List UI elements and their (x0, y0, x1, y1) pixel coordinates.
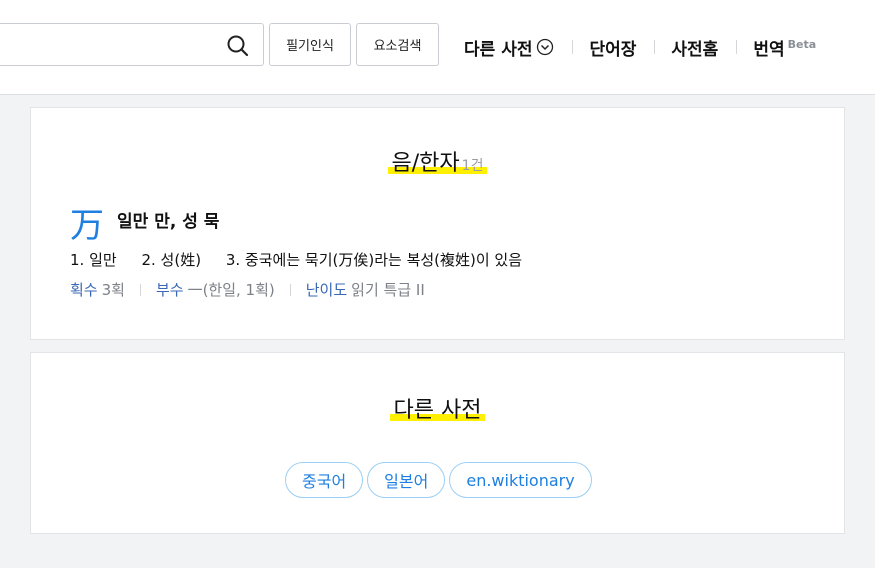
nav-wordbook-label: 단어장 (589, 39, 637, 60)
section-title-other-dictionaries: 다른 사전 (0, 392, 875, 424)
beta-badge: Beta (787, 37, 817, 51)
top-nav: 다른 사전 단어장 사전홈 번역 Beta (464, 33, 816, 61)
nav-other-dictionaries[interactable]: 다른 사전 (464, 35, 554, 60)
other-dictionaries-card (30, 352, 845, 534)
link-wiktionary[interactable]: en.wiktionary (449, 462, 592, 498)
nav-divider (736, 40, 738, 54)
section-title-hanja: 음/한자 1건 (0, 145, 875, 177)
radical-value: 一(한일, 1획) (187, 281, 275, 299)
chevron-down-icon (537, 38, 554, 56)
link-chinese-dictionary[interactable]: 중국어 (285, 462, 364, 498)
nav-dictionary-home[interactable]: 사전홈 (671, 35, 718, 60)
nav-wordbook[interactable]: 단어장 (589, 35, 636, 60)
nav-other-dictionaries-label: 다른 사전 (464, 39, 533, 60)
strokes-label: 획수 (70, 281, 98, 299)
handwriting-button[interactable]: 필기인식 (269, 23, 351, 66)
title-highlight: 음/한자 1건 (387, 145, 488, 177)
header: 필기인식 요소검색 다른 사전 단어장 사전홈 번역 Beta (0, 0, 875, 95)
hanja-reading: 일만 만, 성 묵 (117, 212, 220, 232)
meta-divider (289, 283, 291, 296)
title-highlight: 다른 사전 (389, 392, 486, 424)
radical-label: 부수 (155, 281, 184, 299)
meaning-item: 3. 중국에는 묵기(万俟)라는 복성(複姓)이 있음 (225, 251, 523, 269)
strokes-value: 3획 (101, 281, 125, 299)
other-dictionary-links: 중국어 일본어 en.wiktionary (285, 462, 592, 498)
nav-dictionary-home-label: 사전홈 (671, 39, 719, 60)
meaning-item: 1. 일만 (70, 251, 117, 269)
hanja-character-link[interactable]: 万 (70, 198, 104, 247)
nav-divider (654, 40, 656, 54)
section-title-text: 다른 사전 (393, 398, 482, 423)
section-title-text: 음/한자 (391, 151, 460, 176)
nav-divider (572, 40, 574, 54)
difficulty-value: 읽기 특급 II (351, 281, 425, 299)
nav-translate-label: 번역 (753, 39, 785, 60)
hanja-meta: 획수 3획 부수 一(한일, 1획) 난이도 읽기 특급 II (70, 279, 425, 300)
element-search-button[interactable]: 요소검색 (356, 23, 439, 66)
meta-divider (139, 283, 141, 296)
difficulty-label: 난이도 (305, 281, 348, 299)
nav-translate[interactable]: 번역 Beta (753, 35, 816, 60)
meaning-item: 2. 성(姓) (141, 251, 202, 269)
result-count: 1건 (461, 158, 484, 174)
meaning-list: 1. 일만 2. 성(姓) 3. 중국에는 묵기(万俟)라는 복성(複姓)이 있… (70, 249, 542, 270)
search-icon[interactable] (225, 33, 251, 59)
link-japanese-dictionary[interactable]: 일본어 (367, 462, 446, 498)
